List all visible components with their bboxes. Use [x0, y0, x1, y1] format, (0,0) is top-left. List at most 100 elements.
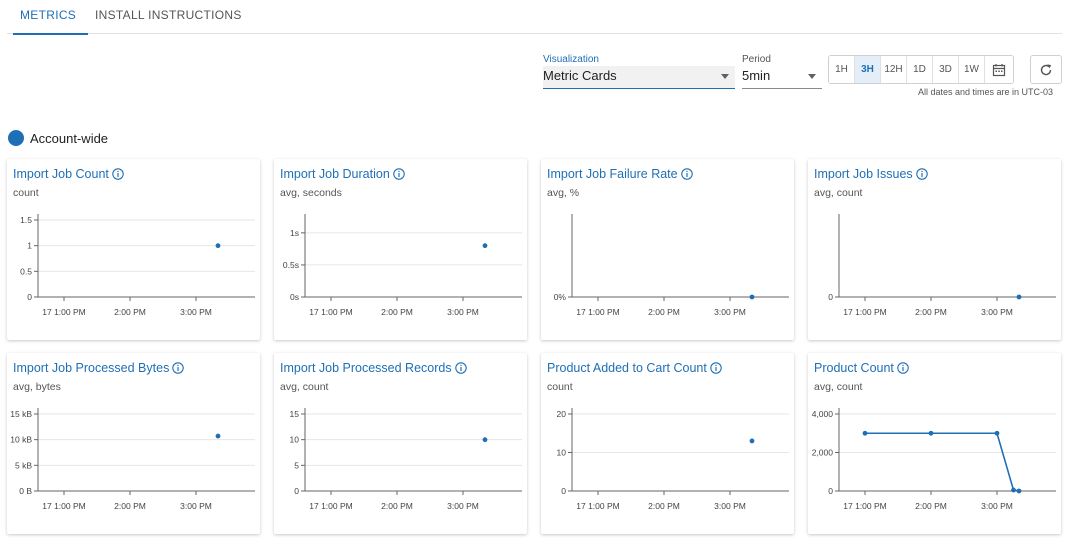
- y-tick-label: 0.5: [20, 266, 32, 276]
- refresh-icon: [1040, 63, 1052, 75]
- y-tick-label: 2,000: [812, 448, 834, 458]
- metric-card: Import Job Failure Rate avg, % 0% 17 1:00 P…: [541, 159, 794, 340]
- x-tick-label: 17 1:00 PM: [42, 307, 85, 317]
- card-title[interactable]: Import Job Processed Bytes: [13, 361, 185, 375]
- metric-chart: 0% 17 1:00 PM 2:00 PM 3:00 PM: [554, 214, 789, 317]
- visualization-select[interactable]: Metric Cards: [543, 66, 735, 89]
- refresh-button[interactable]: [1030, 55, 1062, 84]
- info-icon[interactable]: [172, 362, 185, 374]
- data-point[interactable]: [1016, 488, 1022, 494]
- visualization-label: Visualization: [543, 54, 599, 65]
- calendar-button[interactable]: [985, 56, 1013, 83]
- calendar-icon: [992, 63, 1006, 76]
- range-3d-button[interactable]: 3D: [933, 56, 959, 83]
- info-icon[interactable]: [112, 168, 124, 180]
- info-icon[interactable]: [915, 168, 928, 180]
- y-tick-label: 10: [290, 435, 300, 445]
- card-subtitle: avg, count: [814, 187, 863, 199]
- card-subtitle: avg, %: [547, 187, 580, 199]
- x-tick-label: 17 1:00 PM: [309, 307, 352, 317]
- x-tick-label: 17 1:00 PM: [576, 501, 619, 511]
- metric-chart: 1.5 1 0.5 0 17 1:00 PM 2:00 PM 3:00 PM: [20, 214, 255, 317]
- range-1h-button[interactable]: 1H: [829, 56, 855, 83]
- period-label: Period: [742, 54, 771, 65]
- range-1w-button[interactable]: 1W: [959, 56, 985, 83]
- card-title[interactable]: Import Job Duration: [280, 167, 405, 181]
- data-point[interactable]: [749, 294, 755, 300]
- data-point[interactable]: [1016, 294, 1022, 300]
- data-point[interactable]: [215, 243, 221, 249]
- period-select[interactable]: 5min: [742, 66, 822, 89]
- x-tick-label: 3:00 PM: [714, 307, 746, 317]
- range-1d-button[interactable]: 1D: [907, 56, 933, 83]
- period-value: 5min: [742, 68, 771, 83]
- card-title-text: Import Job Processed Bytes: [13, 361, 170, 375]
- metric-chart: 0 17 1:00 PM 2:00 PM 3:00 PM: [828, 214, 1056, 317]
- time-range-group: 1H 3H 12H 1D 3D 1W: [828, 55, 1014, 84]
- y-tick-label: 5 kB: [15, 460, 32, 470]
- info-icon[interactable]: [393, 168, 405, 180]
- card-title[interactable]: Product Count: [814, 361, 909, 375]
- card-title-text: Import Job Issues: [814, 167, 913, 181]
- card-title-text: Import Job Count: [13, 167, 109, 181]
- data-point[interactable]: [482, 243, 488, 249]
- metric-card: Import Job Processed Bytes avg, bytes 15 k…: [7, 353, 260, 534]
- scope-color-dot: [8, 130, 24, 146]
- chevron-down-icon: [721, 74, 729, 79]
- tab-install-instructions[interactable]: INSTALL INSTRUCTIONS: [95, 0, 242, 34]
- card-title-text: Import Job Processed Records: [280, 361, 452, 375]
- visualization-value: Metric Cards: [543, 68, 617, 83]
- x-tick-label: 17 1:00 PM: [42, 501, 85, 511]
- tab-bar: METRICS INSTALL INSTRUCTIONS: [7, 0, 1062, 35]
- data-point[interactable]: [862, 430, 868, 436]
- metric-chart: 1s 0.5s 0s 17 1:00 PM 2:00 PM 3:00 PM: [283, 214, 522, 317]
- x-tick-label: 3:00 PM: [180, 501, 212, 511]
- card-title-text: Import Job Duration: [280, 167, 390, 181]
- data-point[interactable]: [1011, 487, 1016, 493]
- x-tick-label: 2:00 PM: [915, 501, 947, 511]
- data-point[interactable]: [928, 430, 934, 436]
- x-tick-label: 2:00 PM: [114, 307, 146, 317]
- card-subtitle: avg, bytes: [13, 381, 61, 393]
- card-title[interactable]: Product Added to Cart Count: [547, 361, 722, 375]
- data-point[interactable]: [215, 433, 221, 439]
- card-title[interactable]: Import Job Failure Rate: [547, 167, 693, 181]
- y-tick-label: 10: [557, 448, 567, 458]
- x-tick-label: 17 1:00 PM: [309, 501, 352, 511]
- y-tick-label: 1: [27, 241, 32, 251]
- card-subtitle: count: [547, 381, 573, 393]
- scope-label: Account-wide: [30, 131, 109, 146]
- y-tick-label: 0 B: [19, 486, 32, 496]
- info-icon[interactable]: [680, 168, 693, 180]
- info-icon[interactable]: [897, 362, 909, 374]
- data-point[interactable]: [482, 437, 488, 443]
- y-tick-label: 15 kB: [10, 409, 32, 419]
- metric-card: Import Job Count count 1.5 1 0.5 0 17 1:00 PM 2…: [7, 159, 260, 340]
- metric-chart: 20 10 0 17 1:00 PM 2:00 PM 3:00 PM: [557, 408, 789, 511]
- x-tick-label: 2:00 PM: [114, 501, 146, 511]
- range-3h-button[interactable]: 3H: [855, 56, 881, 83]
- metric-card: Import Job Issues avg, count 0 17 1:00 PM 2:…: [808, 159, 1061, 340]
- metric-chart: 15 kB 10 kB 5 kB 0 B 17 1:00 PM 2:00 PM 3:00 P…: [10, 408, 255, 511]
- card-title[interactable]: Import Job Processed Records: [280, 361, 467, 375]
- data-point[interactable]: [749, 438, 755, 444]
- info-icon[interactable]: [454, 362, 467, 374]
- y-tick-label: 5: [294, 460, 299, 470]
- x-tick-label: 3:00 PM: [981, 307, 1013, 317]
- card-title[interactable]: Import Job Issues: [814, 167, 928, 181]
- y-tick-label: 15: [290, 409, 300, 419]
- tab-metrics[interactable]: METRICS: [12, 0, 89, 35]
- range-12h-button[interactable]: 12H: [881, 56, 907, 83]
- card-title-text: Product Count: [814, 361, 894, 375]
- card-title-text: Import Job Failure Rate: [547, 167, 678, 181]
- y-tick-label: 10 kB: [10, 435, 32, 445]
- metric-chart: 4,000 2,000 0 17 1:00 PM 2:00 PM 3:00 PM: [812, 408, 1056, 511]
- y-tick-label: 0: [828, 292, 833, 302]
- card-subtitle: avg, seconds: [280, 187, 342, 199]
- x-tick-label: 3:00 PM: [447, 501, 479, 511]
- data-point[interactable]: [994, 430, 1000, 436]
- info-icon[interactable]: [710, 362, 722, 374]
- x-tick-label: 17 1:00 PM: [843, 501, 886, 511]
- card-title[interactable]: Import Job Count: [13, 167, 124, 181]
- card-subtitle: avg, count: [280, 381, 329, 393]
